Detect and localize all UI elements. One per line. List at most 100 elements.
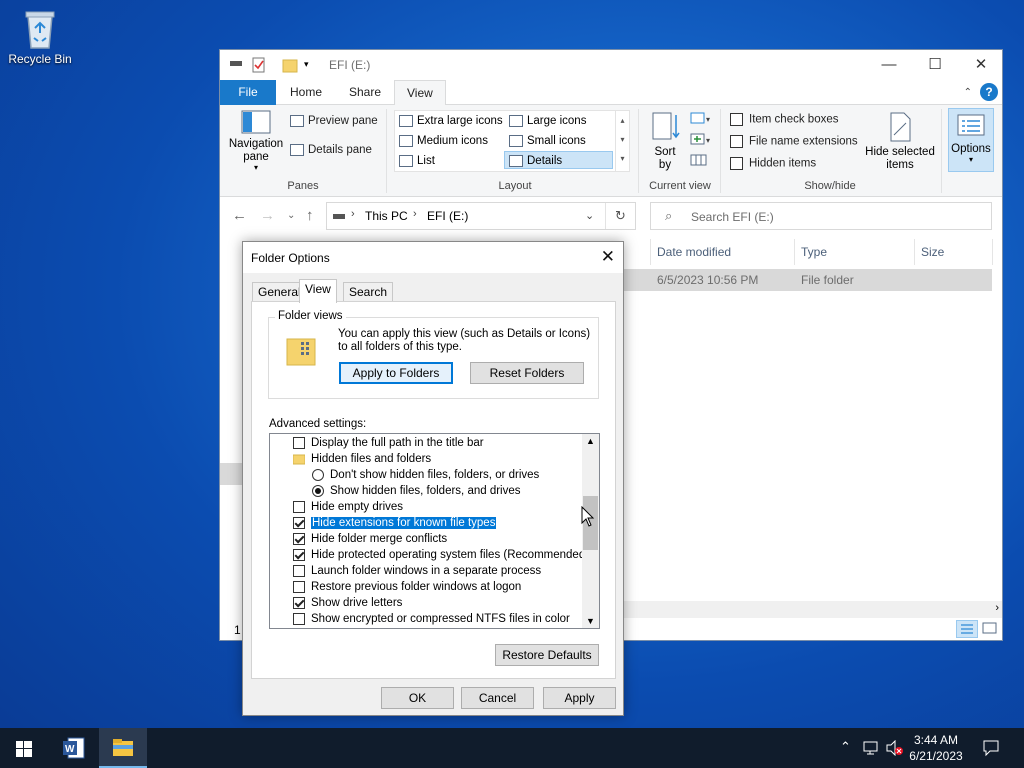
back-arrow-icon[interactable]: ← xyxy=(232,207,247,224)
group-by-icon[interactable]: ▾ xyxy=(690,111,712,128)
advanced-setting-item[interactable]: Show drive letters xyxy=(293,595,402,611)
advanced-setting-item[interactable]: Display the full path in the title bar xyxy=(293,435,484,451)
scroll-up-icon[interactable]: ▲ xyxy=(586,436,595,446)
search-input[interactable]: ⌕ Search EFI (E:) xyxy=(650,202,992,230)
maximize-button[interactable]: ☐ xyxy=(912,50,958,80)
forward-arrow-icon[interactable]: → xyxy=(260,207,275,224)
address-dropdown-icon[interactable]: ⌄ xyxy=(585,209,594,222)
advanced-setting-item[interactable]: Don't show hidden files, folders, or dri… xyxy=(312,467,539,483)
setting-checkbox[interactable] xyxy=(293,564,305,577)
file-name-extensions-checkbox[interactable] xyxy=(730,135,743,148)
tab-file[interactable]: File xyxy=(220,80,276,105)
address-bar[interactable]: › This PC › EFI (E:) ⌄ ↻ xyxy=(326,202,636,230)
setting-checkbox[interactable] xyxy=(293,436,305,449)
file-name-extensions-toggle[interactable]: File name extensions xyxy=(730,135,858,148)
minimize-button[interactable]: — xyxy=(866,50,912,80)
refresh-icon[interactable]: ↻ xyxy=(615,208,626,224)
tab-view[interactable]: View xyxy=(299,279,337,303)
advanced-setting-item[interactable]: Restore previous folder windows at logon xyxy=(293,579,521,595)
advanced-setting-item[interactable]: Hide folder merge conflicts xyxy=(293,531,447,547)
properties-icon[interactable] xyxy=(251,57,267,76)
setting-checkbox[interactable] xyxy=(293,548,305,561)
apply-to-folders-button[interactable]: Apply to Folders xyxy=(339,362,453,384)
collapse-ribbon-icon[interactable]: ⌃ xyxy=(964,87,972,98)
help-icon[interactable]: ? xyxy=(980,83,998,101)
advanced-setting-item[interactable]: Hide protected operating system files (R… xyxy=(293,547,589,563)
setting-checkbox[interactable] xyxy=(293,612,305,625)
setting-radio[interactable] xyxy=(312,468,324,481)
advanced-setting-item[interactable]: Show encrypted or compressed NTFS files … xyxy=(293,611,570,627)
layout-medium-icons[interactable]: Medium icons xyxy=(395,132,488,150)
layout-scroll[interactable]: ▴ ▾ ▾ xyxy=(615,111,629,171)
ok-button[interactable]: OK xyxy=(381,687,454,709)
options-button[interactable]: Options ▾ xyxy=(948,108,994,172)
navigation-pane-selection[interactable] xyxy=(220,463,244,485)
preview-pane-button[interactable]: Preview pane xyxy=(290,115,378,127)
advanced-setting-item[interactable]: Hide empty drives xyxy=(293,499,403,515)
setting-radio[interactable] xyxy=(312,484,324,497)
sort-by-button[interactable]: Sort by xyxy=(648,111,682,172)
navigation-pane-button[interactable]: Navigation pane ▾ xyxy=(228,109,284,172)
breadcrumb-this-pc[interactable]: This PC xyxy=(365,209,408,223)
tab-search[interactable]: Search xyxy=(343,282,394,302)
recycle-bin-shortcut[interactable]: Recycle Bin xyxy=(4,6,76,66)
setting-checkbox[interactable] xyxy=(293,516,305,529)
layout-list[interactable]: List xyxy=(395,152,435,170)
tab-view[interactable]: View xyxy=(394,80,446,106)
vertical-scrollbar[interactable]: ▲ ▼ xyxy=(582,434,599,628)
advanced-setting-item[interactable]: Hidden files and folders xyxy=(292,451,431,467)
column-date-modified[interactable]: Date modified xyxy=(657,245,731,259)
show-hidden-icons-chevron-icon[interactable]: ⌃ xyxy=(840,739,851,755)
close-button[interactable]: ✕ xyxy=(958,50,1004,80)
table-row[interactable]: 6/5/2023 10:56 PM File folder xyxy=(620,269,992,291)
advanced-setting-item[interactable]: Hide extensions for known file types xyxy=(293,515,497,531)
new-folder-icon[interactable] xyxy=(282,57,298,76)
layout-large-icons[interactable]: Large icons xyxy=(505,112,586,130)
breadcrumb-drive[interactable]: EFI (E:) xyxy=(427,209,468,223)
advanced-settings-list[interactable]: Display the full path in the title bar Hi… xyxy=(269,433,600,629)
recent-locations-icon[interactable]: ⌄ xyxy=(287,210,295,221)
item-check-boxes-checkbox[interactable] xyxy=(730,113,743,126)
advanced-setting-item[interactable]: Show hidden files, folders, and drives xyxy=(312,483,521,499)
customize-qat-icon[interactable]: ▾ xyxy=(304,59,309,70)
start-button[interactable] xyxy=(0,728,48,768)
file-explorer-taskbar-button[interactable] xyxy=(99,728,147,768)
reset-folders-button[interactable]: Reset Folders xyxy=(470,362,584,384)
hidden-items-checkbox[interactable] xyxy=(730,157,743,170)
layout-extra-large-icons[interactable]: Extra large icons xyxy=(395,112,503,130)
add-columns-icon[interactable]: ▾ xyxy=(690,132,712,149)
column-type[interactable]: Type xyxy=(801,245,827,259)
setting-checkbox[interactable] xyxy=(293,532,305,545)
cancel-button[interactable]: Cancel xyxy=(461,687,534,709)
tab-home[interactable]: Home xyxy=(278,80,334,105)
folder-options-dialog: Folder Options ✕ General View Search Fol… xyxy=(242,241,624,716)
apply-button[interactable]: Apply xyxy=(543,687,616,709)
setting-checkbox[interactable] xyxy=(293,596,305,609)
layout-small-icons[interactable]: Small icons xyxy=(505,132,586,150)
notifications-icon[interactable] xyxy=(982,739,1000,757)
setting-checkbox[interactable] xyxy=(293,500,305,513)
size-columns-icon[interactable] xyxy=(690,153,708,170)
large-icons-view-toggle[interactable] xyxy=(980,620,1000,638)
word-taskbar-button[interactable]: W xyxy=(50,728,98,768)
scroll-down-icon[interactable]: ▼ xyxy=(586,616,595,626)
details-pane-button[interactable]: Details pane xyxy=(290,144,372,156)
setting-label: Hide extensions for known file types xyxy=(311,517,497,529)
item-check-boxes-toggle[interactable]: Item check boxes xyxy=(730,113,838,126)
advanced-setting-item[interactable]: Launch folder windows in a separate proc… xyxy=(293,563,541,579)
dialog-close-icon[interactable]: ✕ xyxy=(601,247,615,267)
taskbar-clock[interactable]: 3:44 AM 6/21/2023 xyxy=(896,732,976,764)
horizontal-scrollbar[interactable]: › xyxy=(620,601,1002,618)
up-arrow-icon[interactable]: ↑ xyxy=(306,207,314,224)
hidden-items-toggle[interactable]: Hidden items xyxy=(730,157,816,170)
restore-defaults-button[interactable]: Restore Defaults xyxy=(495,644,599,666)
options-icon xyxy=(957,114,985,136)
network-icon[interactable] xyxy=(863,740,879,756)
column-size[interactable]: Size xyxy=(921,245,944,259)
scroll-right-icon[interactable]: › xyxy=(995,602,999,614)
details-view-toggle[interactable] xyxy=(956,620,978,638)
hide-selected-items-button[interactable]: Hide selected items xyxy=(863,111,937,172)
layout-details[interactable]: Details xyxy=(504,151,613,169)
setting-checkbox[interactable] xyxy=(293,580,305,593)
tab-share[interactable]: Share xyxy=(337,80,393,105)
